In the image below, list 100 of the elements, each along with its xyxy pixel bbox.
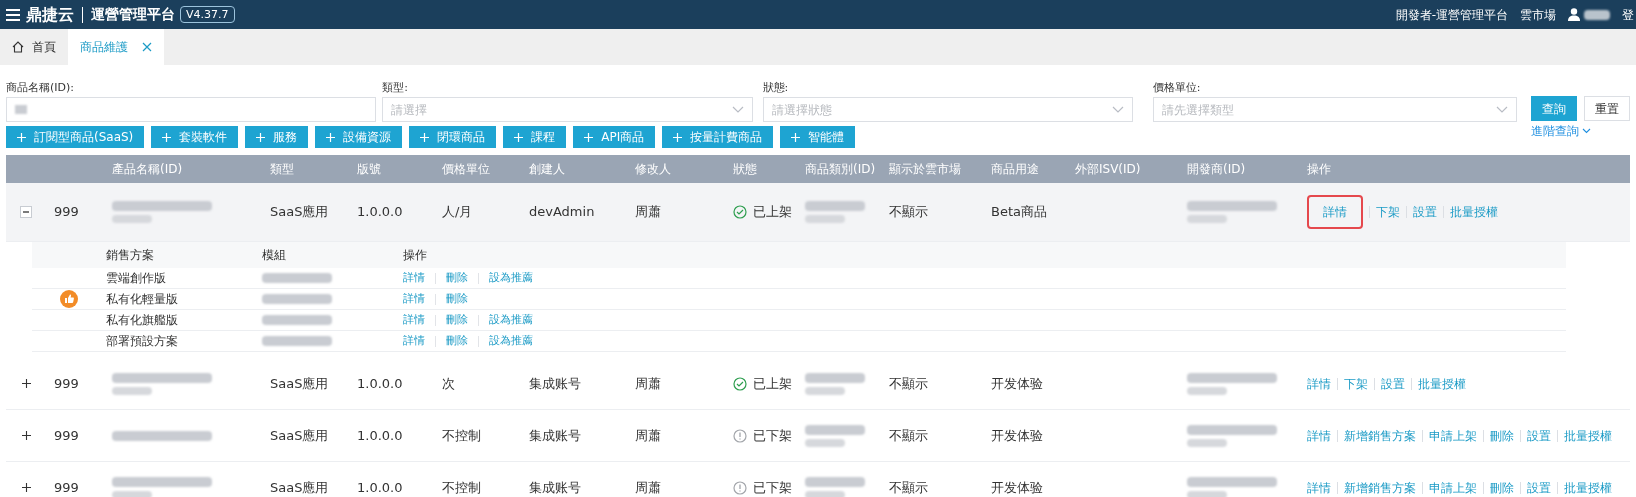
- operation-link[interactable]: 批量授權: [1564, 426, 1612, 445]
- operation-link[interactable]: 刪除: [1490, 478, 1514, 497]
- blurred-text: [1187, 386, 1227, 395]
- add-product-button[interactable]: 套裝軟件: [151, 126, 239, 148]
- operation-link[interactable]: 批量授權: [1450, 203, 1498, 221]
- operation-link[interactable]: 設置: [1413, 203, 1437, 221]
- blurred-text: [805, 438, 845, 447]
- status-text: 已上架: [753, 374, 792, 393]
- expand-icon[interactable]: [21, 379, 31, 388]
- plan-operation-link[interactable]: 設為推薦: [489, 311, 533, 329]
- operation-link[interactable]: 詳情: [1307, 374, 1331, 393]
- operation-link[interactable]: 批量授權: [1564, 478, 1612, 497]
- column-header: 顯示於雲市場: [889, 161, 961, 178]
- menu-icon[interactable]: [6, 8, 20, 21]
- blurred-text: [262, 273, 332, 283]
- add-product-button[interactable]: 按量計費商品: [662, 126, 774, 148]
- plan-operation-link[interactable]: 設為推薦: [489, 269, 533, 287]
- column-header: 商品類別(ID): [805, 161, 876, 178]
- operation-link[interactable]: 下架: [1344, 374, 1368, 393]
- collapse-icon[interactable]: [20, 206, 32, 218]
- select-field[interactable]: 請選擇狀態: [762, 97, 1133, 122]
- reset-button[interactable]: 重置: [1584, 96, 1630, 121]
- add-product-button[interactable]: API商品: [573, 126, 656, 148]
- chevron-down-icon: [1582, 128, 1591, 134]
- add-product-button[interactable]: 訂閱型商品(SaaS): [6, 126, 145, 148]
- operation-link[interactable]: 新增銷售方案: [1344, 426, 1416, 445]
- blurred-text: [805, 215, 845, 223]
- add-product-button[interactable]: 閉環商品: [409, 126, 497, 148]
- operation-link[interactable]: 批量授權: [1418, 374, 1466, 393]
- column-header: 開發商(ID): [1187, 161, 1246, 178]
- blurred-text: [1187, 490, 1227, 497]
- table-cell-text: 1.0.0.0: [357, 426, 403, 445]
- table-cell-text: 不控制: [442, 426, 481, 445]
- operation-link[interactable]: 詳情: [1307, 195, 1363, 229]
- table-cell-text: 次: [442, 374, 455, 393]
- blurred-text: [1584, 9, 1610, 20]
- plan-operation-link[interactable]: 詳情: [403, 332, 425, 350]
- column-header: 商品用途: [991, 161, 1039, 178]
- add-product-button[interactable]: 智能體: [780, 126, 856, 148]
- operation-link[interactable]: 申請上架: [1429, 426, 1477, 445]
- input-field[interactable]: [6, 97, 377, 122]
- table-cell-text: 不顯示: [889, 426, 928, 445]
- header-link[interactable]: 開發者-運營管理平台: [1395, 5, 1508, 24]
- blurred-text: [805, 424, 865, 435]
- plan-operation-link[interactable]: 刪除: [446, 311, 468, 329]
- table-cell-text: SaaS應用: [270, 426, 329, 445]
- operation-link[interactable]: 詳情: [1307, 426, 1331, 445]
- blurred-text: [262, 336, 332, 346]
- plan-operation-link[interactable]: 刪除: [446, 332, 468, 350]
- blurred-text: [805, 490, 845, 497]
- plus-icon: [256, 132, 266, 142]
- blurred-text: [112, 215, 152, 223]
- tab[interactable]: 首頁: [0, 29, 68, 65]
- table-cell-text: 不控制: [442, 478, 481, 497]
- plus-icon: [162, 132, 172, 142]
- close-icon[interactable]: [142, 42, 152, 52]
- plan-operation-link[interactable]: 詳情: [403, 290, 425, 308]
- check-circle-icon: [733, 376, 747, 391]
- operation-link[interactable]: 新增銷售方案: [1344, 478, 1416, 497]
- logo-text: 鼎捷云: [26, 3, 74, 26]
- add-product-button[interactable]: 設備資源: [315, 126, 403, 148]
- blurred-text: [15, 105, 27, 114]
- table-cell-text: 开发体验: [991, 478, 1043, 497]
- add-product-button[interactable]: 服務: [245, 126, 309, 148]
- operation-link[interactable]: 設置: [1527, 426, 1551, 445]
- table-cell-text: 集成账号: [529, 426, 581, 445]
- operation-link[interactable]: 刪除: [1490, 426, 1514, 445]
- plan-operation-link[interactable]: 設為推薦: [489, 332, 533, 350]
- expand-icon[interactable]: [21, 483, 31, 492]
- tab[interactable]: 商品維護: [68, 29, 164, 65]
- column-header: 外部ISV(ID): [1075, 161, 1141, 178]
- plan-operation-link[interactable]: 詳情: [403, 311, 425, 329]
- app-title: 運營管理平台: [91, 5, 175, 24]
- table-cell-text: 周蕭: [635, 426, 661, 445]
- plus-icon: [326, 132, 336, 142]
- filter-label: 商品名稱(ID):: [6, 81, 75, 95]
- exclamation-circle-icon: [733, 480, 747, 495]
- select-field[interactable]: 請先選擇類型: [1152, 97, 1517, 122]
- operation-link[interactable]: 申請上架: [1429, 478, 1477, 497]
- plan-operation-link[interactable]: 詳情: [403, 269, 425, 287]
- operation-link[interactable]: 詳情: [1307, 478, 1331, 497]
- header-link[interactable]: 雲市場: [1520, 5, 1556, 24]
- logout-link[interactable]: 登: [1622, 5, 1634, 24]
- operation-link[interactable]: 設置: [1527, 478, 1551, 497]
- column-header: 操作: [1307, 161, 1331, 178]
- table-cell-text: devAdmin: [529, 203, 595, 222]
- plan-operation-link[interactable]: 刪除: [446, 290, 468, 308]
- advanced-search-link[interactable]: 進階查詢: [1531, 122, 1591, 140]
- expand-icon[interactable]: [21, 431, 31, 440]
- plan-operation-link[interactable]: 刪除: [446, 269, 468, 287]
- add-product-button[interactable]: 課程: [503, 126, 567, 148]
- chevron-down-icon: [1496, 105, 1508, 114]
- blurred-text: [805, 476, 865, 487]
- blurred-text: [262, 315, 332, 325]
- plus-icon: [514, 132, 524, 142]
- operation-link[interactable]: 下架: [1376, 203, 1400, 221]
- column-header: 類型: [270, 161, 294, 178]
- operation-link[interactable]: 設置: [1381, 374, 1405, 393]
- select-field[interactable]: 請選擇: [382, 97, 753, 122]
- search-button[interactable]: 查詢: [1531, 96, 1577, 121]
